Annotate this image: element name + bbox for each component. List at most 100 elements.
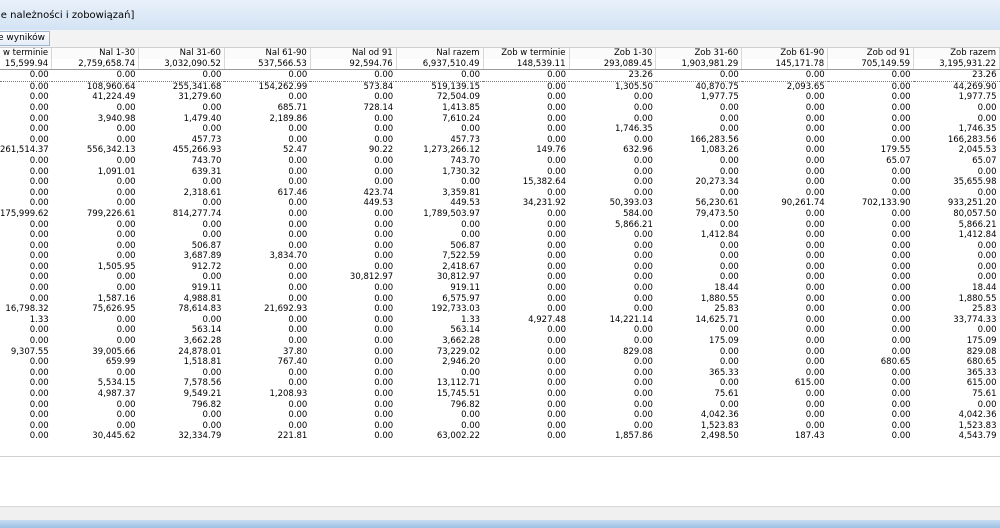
- column-header[interactable]: Zob razem: [913, 48, 1000, 59]
- table-cell: 0.00: [547, 124, 566, 135]
- column-header[interactable]: Zob 1-30: [569, 48, 657, 59]
- table-row[interactable]: 0.00 0.00 919.11 0.00 0.00 919.11 0.00 0.00 18.4…: [0, 283, 1000, 294]
- table-cell: 78,614.83: [178, 304, 222, 315]
- table-cell: 767.40: [277, 357, 308, 368]
- table-cell: 0.00: [116, 102, 136, 113]
- table-row[interactable]: 0.00 0.00 0.00 685.71 728.14 1,413.85 0.00 0.00…: [0, 103, 1000, 114]
- table-row[interactable]: 0.00 0.00 0.00 0.00 0.00 0.00 0.00 0.00 1,412.84…: [0, 230, 1000, 241]
- total-cell: 145,171.78: [741, 58, 829, 71]
- table-row[interactable]: 0.00 0.00 2,318.61 617.46 423.74 3,359.81 0.00…: [0, 188, 1000, 199]
- column-header[interactable]: Nal razem: [396, 48, 484, 59]
- table-cell: 3,359.81: [442, 187, 481, 198]
- table-cell: 0.00: [461, 230, 481, 241]
- table-cell: 912.72: [191, 261, 222, 272]
- table-row[interactable]: 1.33 0.00 0.00 0.00 0.00 1.33 4,927.48 14,221.1…: [0, 315, 1000, 326]
- table-row[interactable]: 0.00 0.00 796.82 0.00 0.00 796.82 0.00 0.00 0.00…: [0, 400, 1000, 411]
- table-row[interactable]: 0.00 0.00 3,662.28 0.00 0.00 3,662.28 0.00 0.00…: [0, 336, 1000, 347]
- table-row[interactable]: 0.00 0.00 457.73 0.00 0.00 457.73 0.00 0.00 166,…: [0, 135, 1000, 146]
- table-cell: 0.00: [719, 251, 739, 262]
- table-row[interactable]: 0.00 108,960.64 255,341.68 154,262.99 573.84…: [0, 81, 1000, 92]
- table-row[interactable]: 0.00 0.00 0.00 0.00 0.00 0.00 15,382.64 0.00 20,…: [0, 177, 1000, 188]
- table-cell: 0.00: [116, 410, 136, 421]
- table-cell: 659.99: [105, 357, 136, 368]
- column-header[interactable]: Nal 1-30: [51, 48, 140, 59]
- table-row[interactable]: 175,999.62 799,226.61 814,277.74 0.00 0.00 1,…: [0, 209, 1000, 220]
- table-row[interactable]: 0.00 0.00 0.00 0.00 0.00 0.00 0.00 0.00 1,523.83…: [0, 421, 1000, 432]
- table-row[interactable]: 0.00 0.00 0.00 0.00 0.00 0.00 0.00 5,866.21 0.00…: [0, 220, 1000, 231]
- table-cell: 0.00: [29, 399, 49, 410]
- table-cell: 743.70: [450, 155, 481, 166]
- column-header[interactable]: Zob 61-90: [741, 48, 829, 59]
- table-row[interactable]: 9,307.55 39,005.66 24,878.01 37.80 0.00 73,22…: [0, 347, 1000, 358]
- table-row[interactable]: 0.00 0.00 3,687.89 3,834.70 0.00 7,522.59 0.00…: [0, 251, 1000, 262]
- table-row[interactable]: 0.00 0.00 0.00 0.00 0.00 0.00 0.00 0.00 365.33 0.…: [0, 368, 1000, 379]
- window-titlebar[interactable]: ie należności i zobowiązań]: [0, 0, 1000, 31]
- table-cell: 5,866.21: [958, 219, 997, 230]
- table-row[interactable]: 0.00 30,445.62 32,334.79 221.81 0.00 63,002.2…: [0, 431, 1000, 442]
- table-cell: 18.44: [972, 283, 997, 294]
- table-row[interactable]: 0.00 1,505.95 912.72 0.00 0.00 2,418.67 0.00 0.…: [0, 262, 1000, 273]
- table-cell: 0.00: [288, 336, 308, 347]
- table-cell: 0.00: [547, 304, 566, 315]
- table-cell: 0.00: [547, 230, 566, 241]
- table-cell: 0.00: [29, 272, 49, 283]
- table-cell: 455,266.93: [172, 145, 222, 156]
- table-cell: 0.00: [719, 102, 739, 113]
- table-cell: 0.00: [891, 177, 911, 188]
- table-row[interactable]: 0.00 0.00 506.87 0.00 0.00 506.87 0.00 0.00 0.00…: [0, 241, 1000, 252]
- table-row[interactable]: 0.00 0.00 743.70 0.00 0.00 743.70 0.00 0.00 0.00…: [0, 156, 1000, 167]
- table-row[interactable]: 0.00 1,091.01 639.31 0.00 0.00 1,730.32 0.00 0.…: [0, 167, 1000, 178]
- total-cell: 293,089.45: [569, 58, 657, 71]
- table-row[interactable]: 0.00 3,940.98 1,479.40 2,189.86 0.00 7,610.24…: [0, 114, 1000, 125]
- table-row[interactable]: 0.00 0.00 0.00 0.00 0.00 0.00 0.00 1,746.35 0.00…: [0, 124, 1000, 135]
- table-cell: 0.00: [891, 81, 911, 92]
- results-button[interactable]: e wyników: [0, 31, 51, 46]
- table-cell: 0.00: [719, 113, 739, 124]
- table-row[interactable]: 0.00 0.00 0.00 0.00 449.53 449.53 34,231.92 50,…: [0, 198, 1000, 209]
- table-row[interactable]: 0.00 659.99 1,518.81 767.40 0.00 2,946.20 0.00…: [0, 357, 1000, 368]
- table-cell: 617.46: [277, 187, 308, 198]
- table-cell: 0.00: [202, 410, 222, 421]
- table-cell: 0.00: [374, 240, 394, 251]
- table-cell: 0.00: [374, 261, 394, 272]
- table-row[interactable]: 0.00 0.00 0.00 0.00 0.00 0.00 0.00 0.00 4,042.36…: [0, 410, 1000, 421]
- column-header[interactable]: Nal 31-60: [138, 48, 225, 59]
- table-row[interactable]: 261,514.37 556,342.13 455,266.93 52.47 90.22…: [0, 145, 1000, 156]
- column-header[interactable]: Zob w terminie: [483, 48, 570, 59]
- table-cell: 0.00: [891, 293, 911, 304]
- table-cell: 0.00: [891, 283, 911, 294]
- table-cell: 2,498.50: [700, 431, 739, 442]
- table-row[interactable]: 0.00 1,587.16 4,988.81 0.00 0.00 6,575.97 0.00…: [0, 294, 1000, 305]
- table-cell: 0.00: [805, 113, 825, 124]
- table-row[interactable]: 0.00 0.00 563.14 0.00 0.00 563.14 0.00 0.00 0.00…: [0, 325, 1000, 336]
- table-cell: 0.00: [805, 124, 825, 135]
- column-header[interactable]: Zob 31-60: [655, 48, 743, 59]
- table-cell: 0.00: [374, 346, 394, 357]
- column-header[interactable]: Nal 61-90: [224, 48, 311, 59]
- table-cell: 423.74: [363, 187, 394, 198]
- table-cell: 1,412.84: [700, 230, 739, 241]
- table-row[interactable]: 0.00 5,534.15 7,578.56 0.00 0.00 13,112.71 0.0…: [0, 378, 1000, 389]
- table-header: w terminie Nal 1-30 Nal 31-60 Nal 61-90 Nal …: [0, 48, 1000, 59]
- table-cell: 0.00: [805, 155, 825, 166]
- table-cell: 0.00: [29, 187, 49, 198]
- table-row[interactable]: 0.00 0.00 0.00 0.00 0.00 0.00 0.00 23.26 0.00 0.0…: [0, 69, 1000, 82]
- table-cell: 20,273.34: [695, 177, 739, 188]
- table-cell: 685.71: [277, 102, 308, 113]
- table-cell: 0.00: [29, 81, 49, 92]
- table-row[interactable]: 16,798.32 75,626.95 78,614.83 21,692.93 0.00…: [0, 304, 1000, 315]
- table-cell: 175.09: [709, 336, 739, 347]
- column-header[interactable]: Nal od 91: [310, 48, 397, 59]
- column-header[interactable]: Zob od 91: [827, 48, 915, 59]
- table-cell: 3,662.28: [442, 336, 481, 347]
- table-cell: 0.00: [288, 240, 308, 251]
- column-header[interactable]: w terminie: [0, 48, 53, 59]
- table-row[interactable]: 0.00 4,987.37 9,549.21 1,208.93 0.00 15,745.5…: [0, 389, 1000, 400]
- table-cell: 3,662.28: [183, 336, 222, 347]
- table-row[interactable]: 0.00 41,224.49 31,279.60 0.00 0.00 72,504.09 0…: [0, 92, 1000, 103]
- total-cell: 705,149.59: [827, 58, 915, 71]
- table-cell: 192,733.03: [431, 304, 481, 315]
- table-row[interactable]: 0.00 0.00 0.00 0.00 30,812.97 30,812.97 0.00 0.…: [0, 272, 1000, 283]
- results-grid[interactable]: w terminie Nal 1-30 Nal 31-60 Nal 61-90 Nal …: [0, 48, 1000, 456]
- table-cell: 0.00: [719, 399, 739, 410]
